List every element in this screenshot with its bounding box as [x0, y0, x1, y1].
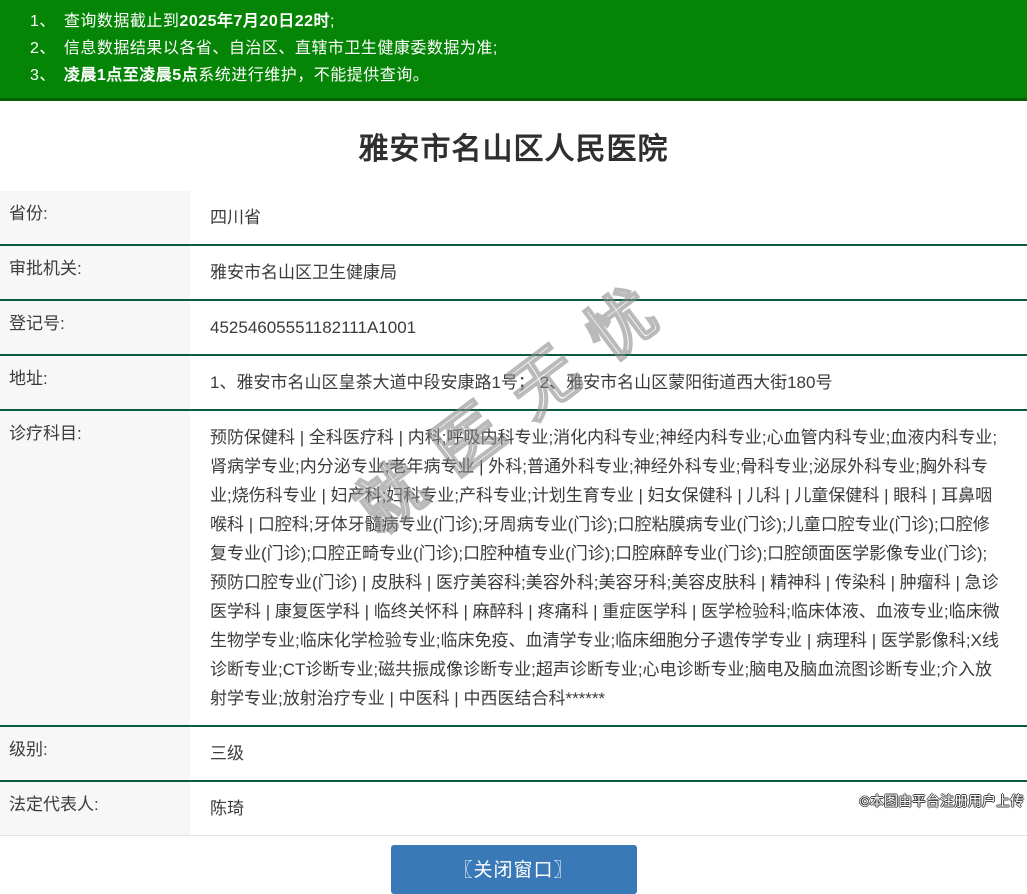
notice-text: 信息数据结果以各省、自治区、直辖市卫生健康委数据为准; — [63, 40, 498, 57]
row-label: 地址: — [0, 356, 190, 409]
notice-number: 1、 — [30, 13, 56, 30]
table-row-province: 省份: 四川省 — [0, 191, 1027, 244]
hospital-info-table: 省份: 四川省 审批机关: 雅安市名山区卫生健康局 登记号: 452546055… — [0, 191, 1027, 836]
page-title: 雅安市名山区人民医院 — [358, 133, 669, 166]
row-label: 法定代表人: — [0, 782, 190, 835]
row-label: 诊疗科目: — [0, 411, 190, 725]
notice-number: 3、 — [30, 67, 56, 84]
notice-text: 系统进行维护，不能提供查询。 — [198, 67, 430, 84]
row-value: 45254605551182111A1001 — [210, 318, 417, 337]
row-label: 省份: — [0, 191, 190, 244]
notice-line-1: 1、 查询数据截止到2025年7月20日22时; — [0, 8, 1027, 35]
table-row-medical-subjects: 诊疗科目: 预防保健科 | 全科医疗科 | 内科;呼吸内科专业;消化内科专业;神… — [0, 409, 1027, 725]
row-value: 陈琦 — [210, 799, 244, 818]
row-value: 雅安市名山区卫生健康局 — [210, 263, 397, 282]
notice-text-bold: 凌晨1点至凌晨5点 — [63, 67, 199, 84]
row-value: 四川省 — [210, 208, 261, 227]
button-container: 〖关闭窗口〗 — [0, 845, 1027, 894]
notice-text: 查询数据截止到 — [63, 13, 180, 30]
notice-line-2: 2、 信息数据结果以各省、自治区、直辖市卫生健康委数据为准; — [0, 35, 1027, 62]
notice-text: ; — [330, 13, 335, 30]
notice-text-bold: 2025年7月20日22时 — [179, 13, 331, 30]
table-row-level: 级别: 三级 — [0, 725, 1027, 780]
table-row-legal-representative: 法定代表人: 陈琦 — [0, 780, 1027, 836]
close-window-button[interactable]: 〖关闭窗口〗 — [390, 845, 637, 894]
notice-line-3: 3、 凌晨1点至凌晨5点系统进行维护，不能提供查询。 — [0, 62, 1027, 89]
notice-banner: 1、 查询数据截止到2025年7月20日22时; 2、 信息数据结果以各省、自治区、… — [0, 0, 1027, 101]
row-value: 1、雅安市名山区皇茶大道中段安康路1号； 2、雅安市名山区蒙阳街道西大街180号 — [210, 373, 833, 392]
table-row-registration-number: 登记号: 45254605551182111A1001 — [0, 299, 1027, 354]
row-label: 审批机关: — [0, 246, 190, 299]
table-row-approval-authority: 审批机关: 雅安市名山区卫生健康局 — [0, 244, 1027, 299]
row-label: 级别: — [0, 727, 190, 780]
notice-number: 2、 — [30, 40, 56, 57]
row-label: 登记号: — [0, 301, 190, 354]
row-value: 三级 — [210, 744, 244, 763]
row-value: 预防保健科 | 全科医疗科 | 内科;呼吸内科专业;消化内科专业;神经内科专业;… — [210, 428, 1000, 708]
table-row-address: 地址: 1、雅安市名山区皇茶大道中段安康路1号； 2、雅安市名山区蒙阳街道西大街… — [0, 354, 1027, 409]
